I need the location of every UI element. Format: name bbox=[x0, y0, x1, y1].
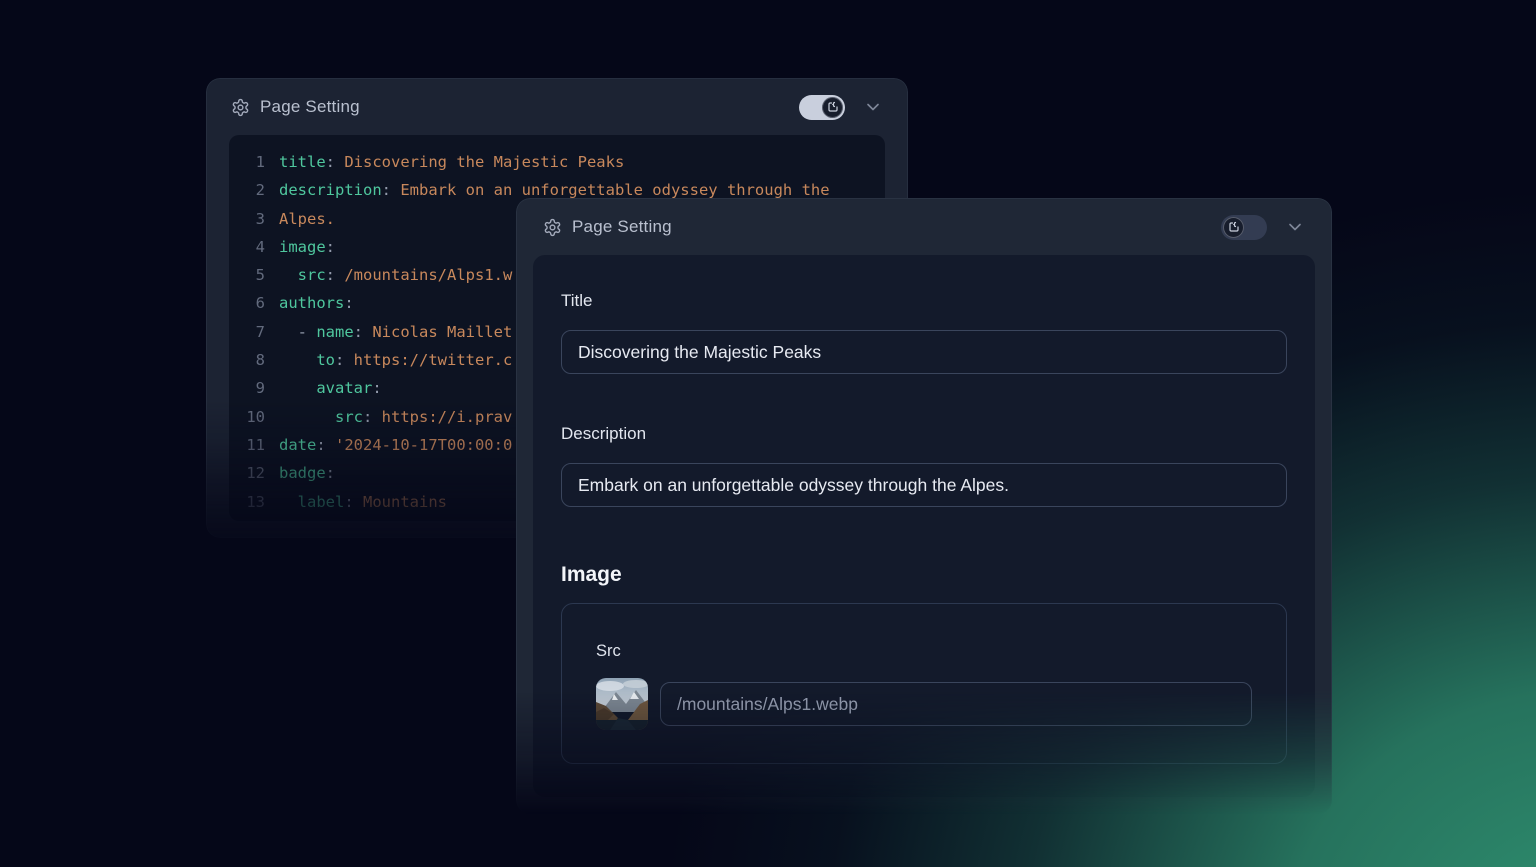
toggle-thumb bbox=[1223, 217, 1244, 238]
src-field-label: Src bbox=[596, 642, 1252, 661]
title-input[interactable] bbox=[561, 330, 1287, 374]
description-field-label: Description bbox=[561, 424, 1287, 444]
line-number: 8 bbox=[239, 346, 265, 374]
chevron-down-icon[interactable] bbox=[863, 97, 883, 117]
code-view-toggle[interactable] bbox=[799, 95, 845, 120]
panel-title: Page Setting bbox=[572, 217, 672, 237]
gear-icon bbox=[543, 218, 562, 237]
line-number: 3 bbox=[239, 205, 265, 233]
code-line: 1title: Discovering the Majestic Peaks bbox=[229, 148, 875, 176]
image-section-heading: Image bbox=[561, 563, 1287, 587]
toggle-thumb bbox=[822, 97, 843, 118]
panel-title: Page Setting bbox=[260, 97, 360, 117]
image-settings-card: Src bbox=[561, 603, 1287, 764]
line-number: 9 bbox=[239, 374, 265, 402]
line-number: 6 bbox=[239, 289, 265, 317]
description-input[interactable] bbox=[561, 463, 1287, 507]
line-number: 10 bbox=[239, 403, 265, 431]
mountain-photo bbox=[596, 678, 648, 730]
panel-header: Page Setting bbox=[207, 79, 907, 135]
line-number: 11 bbox=[239, 431, 265, 459]
panel-header: Page Setting bbox=[517, 199, 1331, 255]
title-field-label: Title bbox=[561, 291, 1287, 311]
code-box-icon bbox=[827, 101, 839, 113]
line-number: 2 bbox=[239, 176, 265, 204]
code-box-icon bbox=[1228, 221, 1240, 233]
gear-icon bbox=[231, 98, 250, 117]
page-setting-form: Title Description Image Src bbox=[533, 255, 1315, 797]
page-setting-panel-form: Page Setting Title Description Image Src bbox=[516, 198, 1332, 814]
src-row bbox=[596, 678, 1252, 730]
line-number: 4 bbox=[239, 233, 265, 261]
line-number: 1 bbox=[239, 148, 265, 176]
image-src-input[interactable] bbox=[660, 682, 1252, 726]
line-number: 5 bbox=[239, 261, 265, 289]
line-number: 7 bbox=[239, 318, 265, 346]
image-thumbnail[interactable] bbox=[596, 678, 648, 730]
chevron-down-icon[interactable] bbox=[1285, 217, 1305, 237]
code-view-toggle[interactable] bbox=[1221, 215, 1267, 240]
line-number: 13 bbox=[239, 488, 265, 516]
line-number: 12 bbox=[239, 459, 265, 487]
